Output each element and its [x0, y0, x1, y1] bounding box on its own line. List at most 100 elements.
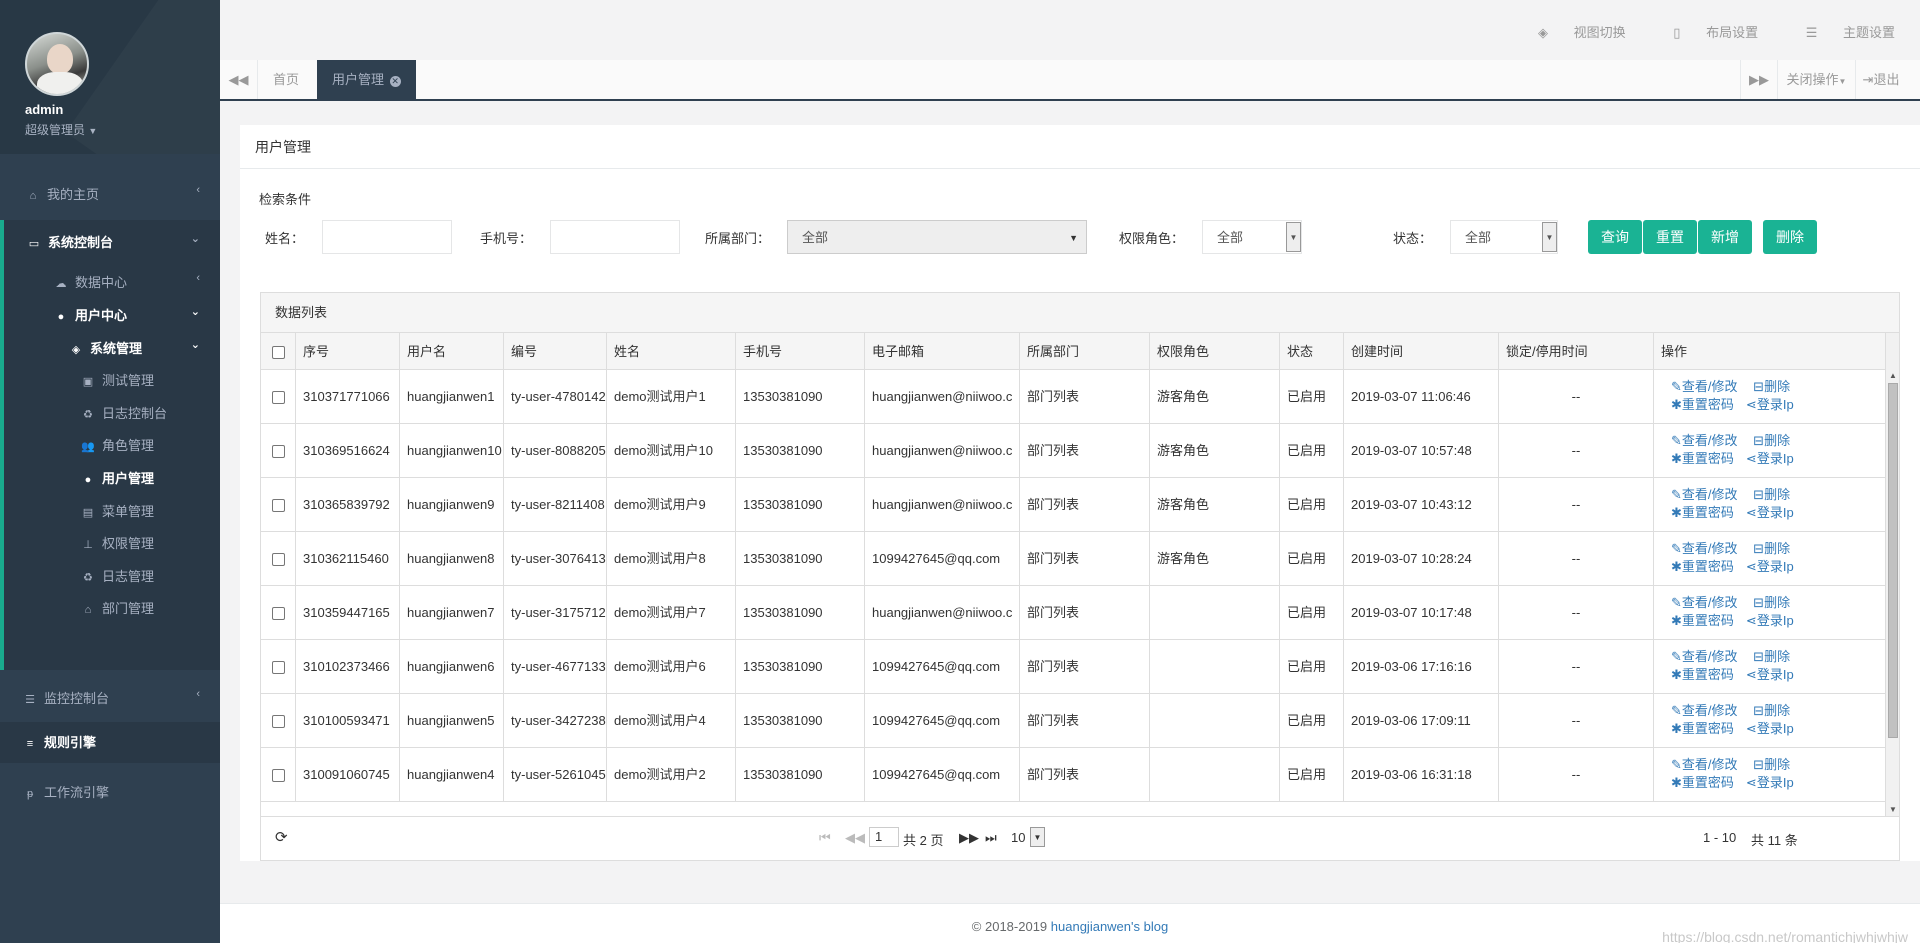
refresh-icon[interactable]: ⟳ [275, 828, 288, 846]
checkbox[interactable] [271, 391, 285, 405]
first-page-icon[interactable]: ⏮ [819, 830, 831, 846]
reset-password-action[interactable]: ✱重置密码 [1671, 667, 1740, 682]
row-checkbox-cell[interactable] [261, 478, 296, 531]
layout-settings-link[interactable]: ▯ 布局设置 [1651, 25, 1758, 40]
delete-action[interactable]: ⊟删除 [1753, 433, 1796, 448]
login-ip-action[interactable]: ⋖登录Ip [1746, 721, 1800, 736]
select-all-checkbox[interactable] [261, 333, 296, 370]
row-checkbox-cell[interactable] [261, 694, 296, 747]
delete-action[interactable]: ⊟删除 [1753, 649, 1796, 664]
edit-action[interactable]: ✎查看/修改 [1671, 541, 1744, 556]
delete-action[interactable]: ⊟删除 [1753, 487, 1796, 502]
nav-monitor[interactable]: ☰ 监控控制台 ‹ [0, 688, 220, 707]
sidebar-item-menus[interactable]: ▤ 菜单管理 [0, 501, 220, 520]
role-select[interactable]: 全部 ▼ [1202, 220, 1302, 254]
last-page-icon[interactable]: ⏭ [985, 830, 997, 846]
user-role-dropdown[interactable]: 超级管理员 ▼ [25, 121, 220, 138]
login-ip-action[interactable]: ⋖登录Ip [1746, 559, 1800, 574]
reset-password-action[interactable]: ✱重置密码 [1671, 397, 1740, 412]
table-row[interactable]: 310371771066 huangjianwen1 ty-user-4780142… [261, 370, 1887, 424]
tab-home[interactable]: 首页 [258, 60, 314, 99]
query-button[interactable]: 查询 [1588, 220, 1642, 254]
col-header[interactable]: 创建时间 [1344, 333, 1499, 370]
tab-scroll-left-button[interactable]: ◀◀ [220, 60, 258, 99]
row-checkbox-cell[interactable] [261, 748, 296, 801]
edit-action[interactable]: ✎查看/修改 [1671, 487, 1744, 502]
phone-input[interactable] [550, 220, 680, 254]
nav-console[interactable]: ▭ 系统控制台 ⌄ [0, 232, 220, 251]
col-header[interactable]: 姓名 [607, 333, 736, 370]
checkbox[interactable] [271, 445, 285, 459]
login-ip-action[interactable]: ⋖登录Ip [1746, 667, 1800, 682]
sidebar-item-departments[interactable]: ⌂ 部门管理 [0, 598, 220, 617]
checkbox[interactable] [271, 715, 285, 729]
nav-user-center[interactable]: ● 用户中心 ⌄ [0, 305, 220, 324]
col-header[interactable]: 手机号 [736, 333, 865, 370]
table-row[interactable]: 310100593471 huangjianwen5 ty-user-3427238… [261, 694, 1887, 748]
delete-action[interactable]: ⊟删除 [1753, 379, 1796, 394]
table-row[interactable]: 310102373466 huangjianwen6 ty-user-4677133… [261, 640, 1887, 694]
col-header[interactable]: 权限角色 [1150, 333, 1280, 370]
delete-button[interactable]: 删除 [1763, 220, 1817, 254]
sidebar-item-permissions[interactable]: ⊥ 权限管理 [0, 533, 220, 552]
edit-action[interactable]: ✎查看/修改 [1671, 379, 1744, 394]
table-row[interactable]: 310365839792 huangjianwen9 ty-user-8211408… [261, 478, 1887, 532]
edit-action[interactable]: ✎查看/修改 [1671, 757, 1744, 772]
nav-rules[interactable]: ≡ 规则引擎 [0, 722, 220, 763]
table-row[interactable]: 310091060745 huangjianwen4 ty-user-5261045… [261, 748, 1887, 802]
page-size-select[interactable]: 10 ▼ [1011, 827, 1045, 849]
col-header[interactable]: 状态 [1280, 333, 1344, 370]
tab-user-manage[interactable]: 用户管理 ✕ [317, 60, 416, 99]
table-row[interactable]: 310359447165 huangjianwen7 ty-user-3175712… [261, 586, 1887, 640]
row-checkbox-cell[interactable] [261, 424, 296, 477]
col-header[interactable]: 操作 [1654, 333, 1887, 370]
col-header[interactable]: 电子邮箱 [865, 333, 1020, 370]
reset-password-action[interactable]: ✱重置密码 [1671, 721, 1740, 736]
delete-action[interactable]: ⊟删除 [1753, 541, 1796, 556]
table-row[interactable]: 310369516624 huangjianwen10 ty-user-808820… [261, 424, 1887, 478]
checkbox[interactable] [271, 346, 285, 360]
sidebar-item-log-console[interactable]: ♻ 日志控制台 [0, 403, 220, 422]
view-switch-link[interactable]: ◈ 视图切换 [1516, 25, 1626, 40]
dept-select[interactable]: 全部 ▼ [787, 220, 1087, 254]
table-row[interactable]: 310362115460 huangjianwen8 ty-user-3076413… [261, 532, 1887, 586]
login-ip-action[interactable]: ⋖登录Ip [1746, 775, 1800, 790]
edit-action[interactable]: ✎查看/修改 [1671, 703, 1744, 718]
next-page-icon[interactable]: ▶▶ [959, 830, 979, 846]
row-checkbox-cell[interactable] [261, 370, 296, 423]
reset-password-action[interactable]: ✱重置密码 [1671, 451, 1740, 466]
logout-button[interactable]: ⇥退出 [1856, 60, 1906, 99]
prev-page-icon[interactable]: ◀◀ [845, 830, 865, 846]
close-icon[interactable]: ✕ [389, 76, 401, 87]
avatar[interactable] [25, 32, 89, 96]
scroll-up-icon[interactable]: ▲ [1886, 371, 1900, 380]
edit-action[interactable]: ✎查看/修改 [1671, 433, 1744, 448]
sidebar-item-users[interactable]: ● 用户管理 [0, 468, 220, 487]
login-ip-action[interactable]: ⋖登录Ip [1746, 451, 1800, 466]
col-header[interactable]: 锁定/停用时间 [1499, 333, 1654, 370]
checkbox[interactable] [271, 769, 285, 783]
edit-action[interactable]: ✎查看/修改 [1671, 595, 1744, 610]
status-select[interactable]: 全部 ▼ [1450, 220, 1558, 254]
nav-home[interactable]: ⌂ 我的主页 ‹ [0, 184, 220, 204]
reset-password-action[interactable]: ✱重置密码 [1671, 613, 1740, 628]
reset-password-action[interactable]: ✱重置密码 [1671, 559, 1740, 574]
login-ip-action[interactable]: ⋖登录Ip [1746, 505, 1800, 520]
col-header[interactable]: 编号 [504, 333, 607, 370]
checkbox[interactable] [271, 661, 285, 675]
nav-workflow[interactable]: ᵽ 工作流引擎 [0, 782, 220, 801]
edit-action[interactable]: ✎查看/修改 [1671, 649, 1744, 664]
reset-button[interactable]: 重置 [1643, 220, 1697, 254]
row-checkbox-cell[interactable] [261, 640, 296, 693]
login-ip-action[interactable]: ⋖登录Ip [1746, 397, 1800, 412]
add-button[interactable]: 新增 [1698, 220, 1752, 254]
close-ops-dropdown[interactable]: 关闭操作▼ [1778, 60, 1856, 99]
blog-link[interactable]: huangjianwen's blog [1051, 919, 1168, 934]
checkbox[interactable] [271, 499, 285, 513]
reset-password-action[interactable]: ✱重置密码 [1671, 505, 1740, 520]
tab-scroll-right-button[interactable]: ▶▶ [1740, 60, 1778, 99]
checkbox[interactable] [271, 607, 285, 621]
sidebar-item-roles[interactable]: 👥 角色管理 [0, 435, 220, 454]
sidebar-item-logs[interactable]: ♻ 日志管理 [0, 566, 220, 585]
page-input[interactable]: 1 [869, 827, 899, 847]
